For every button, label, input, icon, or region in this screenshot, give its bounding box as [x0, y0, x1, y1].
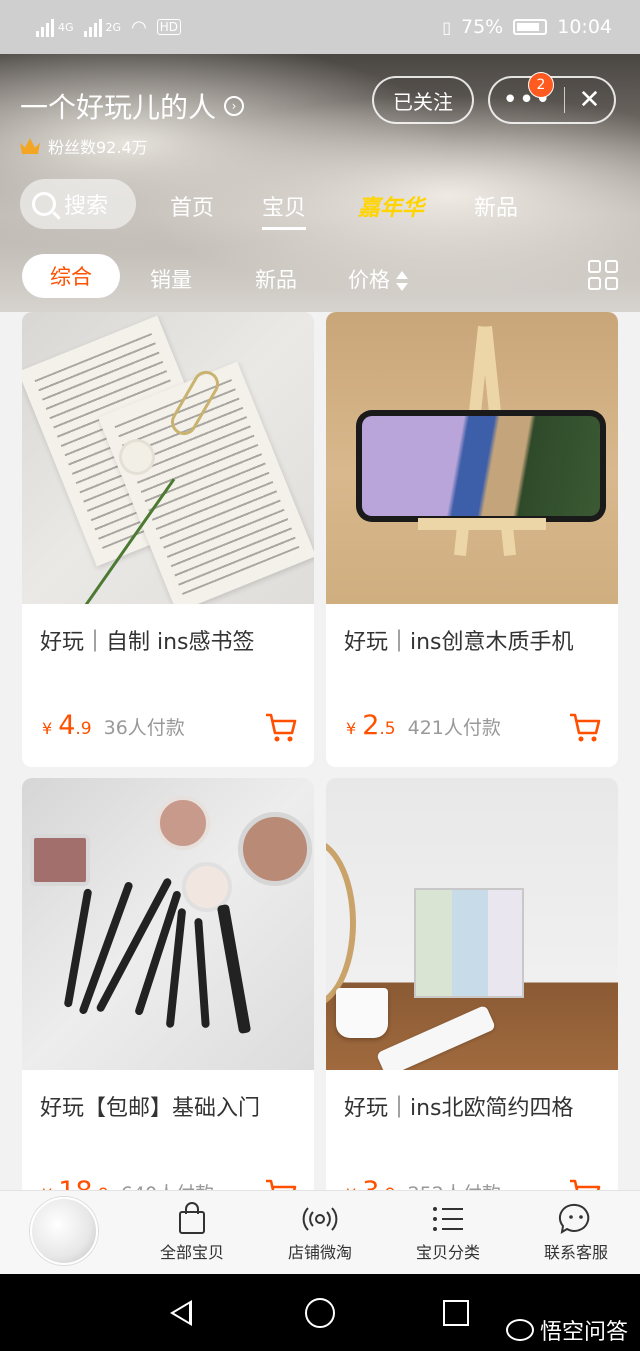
signal-icon	[36, 17, 54, 37]
broadcast-icon	[265, 1199, 375, 1239]
product-image	[326, 312, 618, 604]
product-card[interactable]: 好玩｜自制 ins感书签 ¥ 4 .9 36人付款	[22, 312, 314, 767]
tab-all-items-label: 全部宝贝	[159, 1243, 224, 1262]
crown-icon	[20, 138, 40, 154]
close-icon[interactable]: ✕	[565, 85, 614, 115]
product-title: 好玩｜自制 ins感书签	[40, 630, 255, 655]
status-bar: 4G 2G ◠ HD ▯ 75% 10:04	[0, 0, 640, 54]
fans-count: 粉丝数92.4万	[48, 138, 148, 157]
sold-count: 36人付款	[103, 717, 185, 739]
sold-count: 640人付款	[121, 1179, 214, 1190]
tab-customer-service[interactable]: 联系客服	[521, 1199, 631, 1263]
currency: ¥	[42, 719, 53, 738]
price-row: ¥ 18 .9 640人付款	[42, 1176, 298, 1190]
sort-arrows-icon	[396, 270, 408, 292]
chat-face-icon	[521, 1199, 631, 1239]
product-image	[22, 778, 314, 1070]
shop-name: 一个好玩儿的人	[20, 91, 217, 124]
hd-badge: HD	[156, 19, 182, 35]
product-image	[22, 312, 314, 604]
home-icon[interactable]	[305, 1298, 335, 1328]
sort-price-label: 价格	[348, 268, 390, 292]
layout-grid-icon[interactable]	[588, 260, 618, 290]
tab-microtao-label: 店铺微淘	[287, 1243, 352, 1262]
search-icon	[32, 192, 56, 216]
product-title: 好玩【包邮】基础入门	[40, 1096, 261, 1121]
wukong-logo-icon	[505, 1319, 534, 1341]
clock: 10:04	[557, 16, 612, 38]
product-grid: 好玩｜自制 ins感书签 ¥ 4 .9 36人付款 好玩｜ins创意木质手机 ¥…	[0, 312, 640, 1190]
product-title: 好玩｜ins北欧简约四格	[344, 1096, 574, 1121]
tab-categories-label: 宝贝分类	[415, 1243, 480, 1262]
price-row: ¥ 4 .9 36人付款	[42, 710, 298, 750]
cart-icon[interactable]	[568, 1178, 602, 1190]
back-icon[interactable]	[170, 1300, 192, 1326]
network-label-2g: 2G	[105, 20, 122, 34]
price-row: ¥ 3 .9 252人付款	[346, 1176, 602, 1190]
watermark: 悟空问答	[505, 1314, 628, 1346]
price-int: 2	[362, 710, 380, 741]
sort-sales[interactable]: 销量	[150, 264, 192, 294]
shop-header: 一个好玩儿的人 › 粉丝数92.4万 已关注 ••• ✕ 2 搜索 首页 宝贝 …	[0, 54, 640, 312]
currency: ¥	[346, 719, 357, 738]
battery-icon	[513, 19, 548, 35]
product-image	[326, 778, 618, 1070]
price-row: ¥ 2 .5 421人付款	[346, 710, 602, 750]
sort-comprehensive[interactable]: 综合	[22, 254, 120, 298]
chevron-right-icon: ›	[224, 96, 245, 116]
list-icon	[393, 1199, 503, 1239]
battery-percent: 75%	[461, 16, 504, 38]
tab-microtao[interactable]: 店铺微淘	[265, 1199, 375, 1263]
watermark-text: 悟空问答	[539, 1320, 628, 1345]
sort-price[interactable]: 价格	[348, 264, 408, 294]
signal-icon-2	[83, 17, 102, 37]
product-card[interactable]: 好玩【包邮】基础入门 ¥ 18 .9 640人付款	[22, 778, 314, 1190]
price-dec: .9	[75, 719, 92, 739]
sort-bar: 综合 销量 新品 价格	[20, 254, 620, 300]
shop-avatar[interactable]	[30, 1197, 98, 1265]
sort-new[interactable]: 新品	[255, 264, 297, 294]
network-label-4g: 4G	[58, 20, 74, 34]
cart-icon[interactable]	[568, 712, 602, 744]
product-title: 好玩｜ins创意木质手机	[344, 630, 574, 655]
tab-carnival[interactable]: 嘉年华	[358, 190, 424, 222]
vibrate-icon: ▯	[442, 17, 451, 37]
sold-count: 252人付款	[408, 1179, 501, 1190]
price-int: 18	[58, 1176, 92, 1190]
cart-icon[interactable]	[264, 1178, 298, 1190]
price-int: 4	[58, 710, 76, 741]
followed-button[interactable]: 已关注	[372, 76, 474, 124]
shop-tabbar: 全部宝贝 店铺微淘 宝贝分类 联系客服	[0, 1190, 640, 1274]
sold-count: 421人付款	[407, 717, 501, 739]
fans-info: 粉丝数92.4万	[20, 134, 148, 158]
system-nav-bar: 悟空问答	[0, 1274, 640, 1351]
recent-apps-icon[interactable]	[443, 1300, 469, 1326]
price-int: 3	[362, 1176, 379, 1190]
cart-icon[interactable]	[264, 712, 298, 744]
search-button[interactable]: 搜索	[20, 179, 136, 229]
shop-title[interactable]: 一个好玩儿的人 ›	[20, 86, 245, 126]
tab-new[interactable]: 新品	[474, 190, 518, 222]
wifi-icon: ◠	[131, 16, 147, 38]
price-dec: .5	[379, 719, 396, 739]
tab-customer-service-label: 联系客服	[543, 1243, 608, 1262]
product-card[interactable]: 好玩｜ins创意木质手机 ¥ 2 .5 421人付款	[326, 312, 618, 767]
tab-items[interactable]: 宝贝	[262, 190, 307, 230]
shopping-bag-icon	[137, 1199, 247, 1239]
shop-nav: 搜索 首页 宝贝 嘉年华 新品	[20, 178, 620, 230]
tab-categories[interactable]: 宝贝分类	[393, 1199, 503, 1263]
message-badge: 2	[528, 72, 554, 98]
search-label: 搜索	[64, 194, 109, 219]
product-card[interactable]: 好玩｜ins北欧简约四格 ¥ 3 .9 252人付款	[326, 778, 618, 1190]
tab-all-items[interactable]: 全部宝贝	[137, 1199, 247, 1263]
tab-home[interactable]: 首页	[170, 190, 214, 222]
